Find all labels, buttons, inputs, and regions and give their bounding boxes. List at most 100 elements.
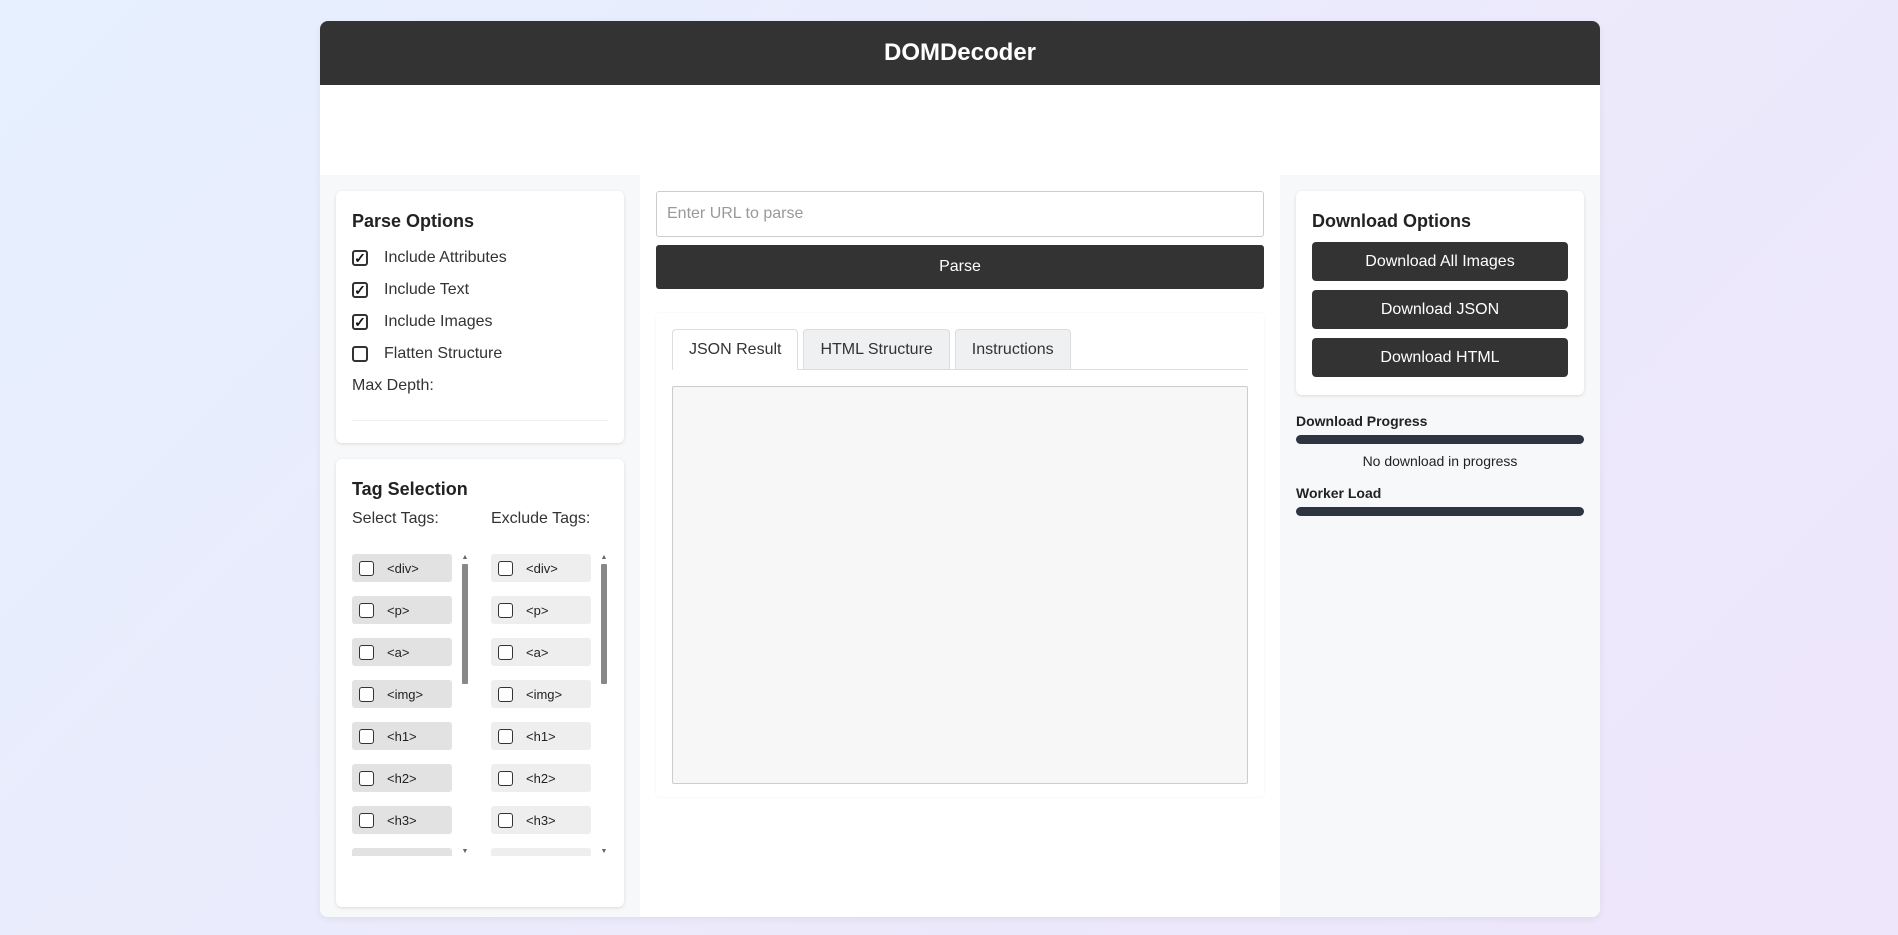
tag-label: <a> (387, 644, 410, 660)
left-sidebar: Parse Options ✓ Include Attributes ✓ Inc… (320, 175, 640, 917)
worker-load-bar (1296, 507, 1584, 516)
parse-options-title: Parse Options (352, 211, 475, 231)
exclude-tag-div[interactable]: <div> (491, 554, 591, 582)
option-include-images[interactable]: ✓ Include Images (352, 306, 608, 338)
tab-json-result[interactable]: JSON Result (672, 329, 799, 370)
option-flatten-structure[interactable]: Flatten Structure (352, 338, 608, 370)
tag-label: <a> (526, 644, 549, 660)
download-html-button[interactable]: Download HTML (1312, 338, 1568, 377)
select-tags-scrollbar[interactable]: ▲ ▼ (461, 554, 469, 856)
tag-label: <h3> (387, 812, 417, 828)
tag-label: <h2> (387, 770, 417, 786)
result-panel: JSON Result HTML Structure Instructions (656, 313, 1264, 797)
scroll-up-arrow-icon[interactable]: ▲ (461, 554, 469, 562)
tag-label: <img> (387, 686, 424, 702)
option-label: Include Text (384, 281, 470, 298)
exclude-tag-more[interactable] (491, 848, 591, 856)
checkbox[interactable] (498, 686, 513, 702)
tab-instructions[interactable]: Instructions (954, 329, 1071, 369)
app-header: DOMDecoder (320, 21, 1600, 85)
select-tags-label: Select Tags: (352, 510, 439, 527)
header-spacer (320, 85, 1600, 175)
tag-label: <h1> (526, 728, 556, 744)
exclude-tags-label: Exclude Tags: (491, 510, 591, 527)
tag-label: <h1> (387, 728, 417, 744)
checkbox[interactable] (498, 560, 513, 576)
checkbox[interactable] (359, 812, 374, 828)
checkbox[interactable] (498, 770, 513, 786)
checkbox[interactable] (359, 560, 374, 576)
checkbox-include-attributes[interactable]: ✓ (352, 250, 368, 266)
checkbox-include-images[interactable]: ✓ (352, 314, 368, 330)
download-progress-label: Download Progress (1296, 413, 1428, 429)
scroll-down-arrow-icon[interactable]: ▼ (461, 848, 469, 856)
parse-options-card: Parse Options ✓ Include Attributes ✓ Inc… (336, 191, 624, 443)
option-label: Include Images (384, 313, 493, 330)
tab-html-structure[interactable]: HTML Structure (803, 329, 950, 369)
select-tags-column: Select Tags: <div> <p> <a> <img> <h1> <h… (352, 510, 469, 856)
tag-label: <div> (526, 560, 558, 576)
worker-load-label: Worker Load (1296, 485, 1382, 501)
json-result-output[interactable] (672, 386, 1248, 784)
result-tabs: JSON Result HTML Structure Instructions (672, 329, 1248, 370)
exclude-tags-scrollbar[interactable]: ▲ ▼ (600, 554, 608, 856)
checkbox[interactable] (359, 644, 374, 660)
select-tag-div[interactable]: <div> (352, 554, 452, 582)
tag-label: <img> (526, 686, 563, 702)
option-label: Include Attributes (384, 249, 507, 266)
max-depth-input[interactable] (352, 402, 608, 421)
download-options-title: Download Options (1312, 211, 1471, 231)
select-tag-img[interactable]: <img> (352, 680, 452, 708)
checkbox[interactable] (359, 728, 374, 744)
select-tags-list[interactable]: <div> <p> <a> <img> <h1> <h2> <h3> ▲ ▼ (352, 554, 469, 856)
checkbox-flatten-structure[interactable] (352, 346, 368, 362)
app-title: DOMDecoder (883, 39, 1037, 66)
tag-label: <div> (387, 560, 419, 576)
scroll-thumb[interactable] (462, 564, 468, 684)
url-input[interactable] (656, 191, 1264, 237)
download-json-button[interactable]: Download JSON (1312, 290, 1568, 329)
select-tag-h1[interactable]: <h1> (352, 722, 452, 750)
download-progress-status: No download in progress (1362, 453, 1518, 469)
select-tag-more[interactable] (352, 848, 452, 856)
parse-button[interactable]: Parse (656, 245, 1264, 289)
checkbox[interactable] (359, 686, 374, 702)
exclude-tag-h1[interactable]: <h1> (491, 722, 591, 750)
tag-label: <h2> (526, 770, 556, 786)
option-include-text[interactable]: ✓ Include Text (352, 274, 608, 306)
checkbox[interactable] (498, 812, 513, 828)
tag-selection-title: Tag Selection (352, 479, 468, 499)
exclude-tag-h3[interactable]: <h3> (491, 806, 591, 834)
tag-selection-card: Tag Selection Select Tags: <div> <p> <a>… (336, 459, 624, 907)
download-progress-bar (1296, 435, 1584, 444)
main-panel: Parse JSON Result HTML Structure Instruc… (640, 175, 1280, 917)
checkbox[interactable] (498, 644, 513, 660)
option-label: Flatten Structure (384, 345, 503, 362)
tag-label: <p> (526, 602, 549, 618)
exclude-tag-img[interactable]: <img> (491, 680, 591, 708)
scroll-up-arrow-icon[interactable]: ▲ (600, 554, 608, 562)
select-tag-a[interactable]: <a> (352, 638, 452, 666)
exclude-tag-a[interactable]: <a> (491, 638, 591, 666)
tag-label: <p> (387, 602, 410, 618)
option-include-attributes[interactable]: ✓ Include Attributes (352, 242, 608, 274)
checkbox[interactable] (359, 602, 374, 618)
checkbox[interactable] (498, 728, 513, 744)
scroll-down-arrow-icon[interactable]: ▼ (600, 848, 608, 856)
app-window: DOMDecoder Parse Options ✓ Include Attri… (320, 21, 1600, 917)
checkbox[interactable] (498, 602, 513, 618)
exclude-tag-h2[interactable]: <h2> (491, 764, 591, 792)
checkbox-include-text[interactable]: ✓ (352, 282, 368, 298)
scroll-thumb[interactable] (601, 564, 607, 684)
select-tag-h3[interactable]: <h3> (352, 806, 452, 834)
exclude-tags-column: Exclude Tags: <div> <p> <a> <img> <h1> <… (491, 510, 608, 856)
max-depth-label: Max Depth: (352, 377, 434, 394)
checkbox[interactable] (359, 770, 374, 786)
tag-label: <h3> (526, 812, 556, 828)
exclude-tag-p[interactable]: <p> (491, 596, 591, 624)
download-all-images-button[interactable]: Download All Images (1312, 242, 1568, 281)
right-sidebar: Download Options Download All Images Dow… (1280, 175, 1600, 917)
select-tag-p[interactable]: <p> (352, 596, 452, 624)
select-tag-h2[interactable]: <h2> (352, 764, 452, 792)
exclude-tags-list[interactable]: <div> <p> <a> <img> <h1> <h2> <h3> ▲ ▼ (491, 554, 608, 856)
